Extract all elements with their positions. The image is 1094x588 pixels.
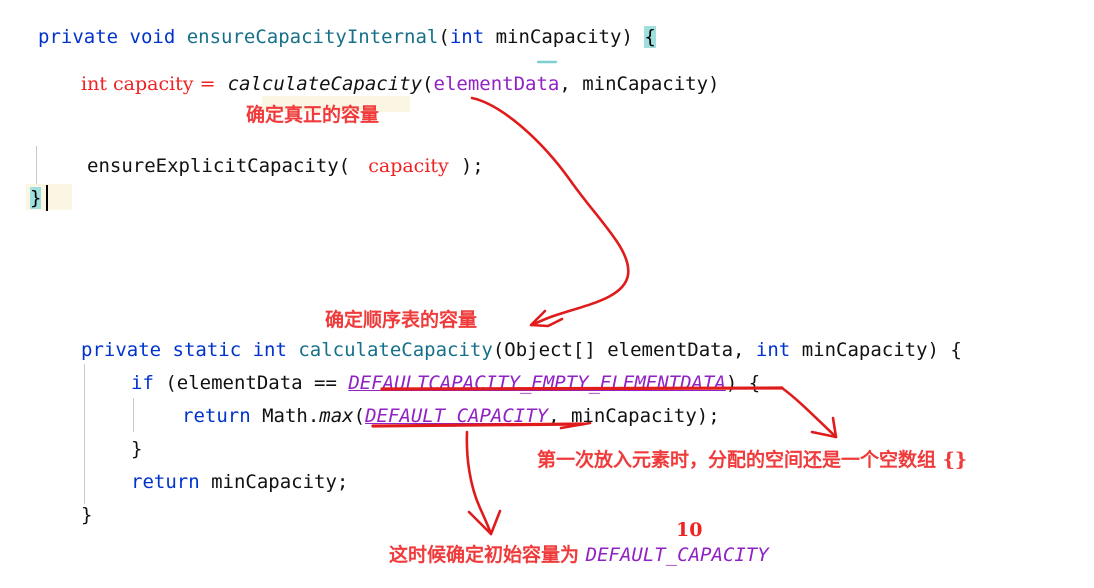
code-token-keyword: int (449, 26, 485, 48)
code-line-7[interactable]: return Math.max(DEFAULT_CAPACITY, minCap… (182, 404, 720, 428)
ink-arrowhead-list-capacity (529, 309, 564, 328)
indent-guide (84, 364, 85, 504)
code-token-receiver: Math. (250, 405, 320, 427)
ink-arrowhead-first-insert (810, 416, 838, 439)
ink-arrow-initial-capacity (465, 430, 493, 536)
code-line-8[interactable]: } (131, 437, 142, 461)
code-token-punct: ); (460, 155, 484, 177)
ink-arrow-first-insert (780, 386, 838, 439)
code-line-4[interactable]: } (30, 186, 42, 210)
code-token-constant: DEFAULTCAPACITY_EMPTY_ELEMENTDATA (348, 372, 726, 394)
code-line-2[interactable]: int capacity = calculateCapacity(element… (81, 72, 720, 96)
ink-curve-calculate-capacity (470, 96, 630, 327)
code-token-keyword-return: return (131, 471, 200, 493)
annotation-ten: 10 (676, 519, 703, 541)
code-token-method-italic: calculateCapacity (227, 73, 423, 95)
annotation-first-insert: 第一次放入元素时，分配的空间还是一个空数组 {} (537, 449, 968, 471)
code-token-punct: ) { (725, 372, 761, 394)
ink-arrowhead-initial-capacity (467, 509, 502, 536)
code-token-params-tail: minCapacity) { (790, 339, 962, 361)
code-annotation-canvas: private void ensureCapacityInternal(int … (0, 0, 1094, 588)
code-token-annotated-decl: int capacity = (81, 73, 228, 95)
code-token-args: , minCapacity); (548, 405, 720, 427)
code-token-args: , minCapacity) (559, 73, 720, 95)
code-token-method: calculateCapacity (298, 339, 493, 361)
code-token-param: minCapacity) (484, 26, 645, 48)
annotation-initial-capacity-text: 这时候确定初始容量为 (389, 544, 586, 566)
code-token-keyword: int (755, 339, 791, 361)
code-token-keyword-if: if (131, 372, 154, 394)
code-token-open-brace-highlighted: { (644, 26, 656, 48)
annotation-initial-capacity-constant: DEFAULT_CAPACITY (585, 544, 769, 566)
annotation-real-capacity: 确定真正的容量 (246, 104, 380, 126)
code-token-punct: ( (353, 405, 366, 427)
annotation-list-capacity: 确定顺序表的容量 (325, 309, 478, 331)
code-token-annotated-arg: capacity (350, 155, 461, 177)
indent-guide (133, 398, 134, 432)
code-token-constant: DEFAULT_CAPACITY (365, 405, 549, 427)
code-token-close-brace: } (81, 504, 93, 526)
code-token-params: (Object[] elementData, (492, 339, 756, 361)
code-token-method: ensureCapacityInternal (186, 26, 439, 48)
code-token-keyword: private void (38, 26, 187, 48)
code-line-6[interactable]: if (elementData == DEFAULTCAPACITY_EMPTY… (131, 371, 760, 395)
code-token-field: elementData (433, 73, 560, 95)
code-token-method-italic: max (319, 405, 354, 427)
code-line-9[interactable]: return minCapacity; (131, 470, 348, 494)
code-token-keyword-return: return (182, 405, 251, 427)
code-token-expression: minCapacity; (199, 471, 349, 493)
text-caret (46, 185, 48, 211)
code-line-10[interactable]: } (81, 503, 92, 527)
code-token-condition: (elementData == (153, 372, 349, 394)
code-line-1[interactable]: private void ensureCapacityInternal(int … (38, 25, 656, 49)
code-line-5[interactable]: private static int calculateCapacity(Obj… (81, 338, 962, 362)
annotation-initial-capacity: 这时候确定初始容量为 DEFAULT_CAPACITY (389, 544, 769, 566)
code-token-keyword: private static int (81, 339, 299, 361)
code-token-close-brace: } (131, 438, 143, 460)
code-token-close-brace-highlighted: } (30, 187, 42, 209)
code-token-punct: ( (422, 73, 434, 95)
code-line-3[interactable]: ensureExplicitCapacity( capacity ); (87, 154, 484, 178)
code-token-punct: ( (438, 26, 450, 48)
code-token-call: ensureExplicitCapacity( (87, 155, 351, 177)
